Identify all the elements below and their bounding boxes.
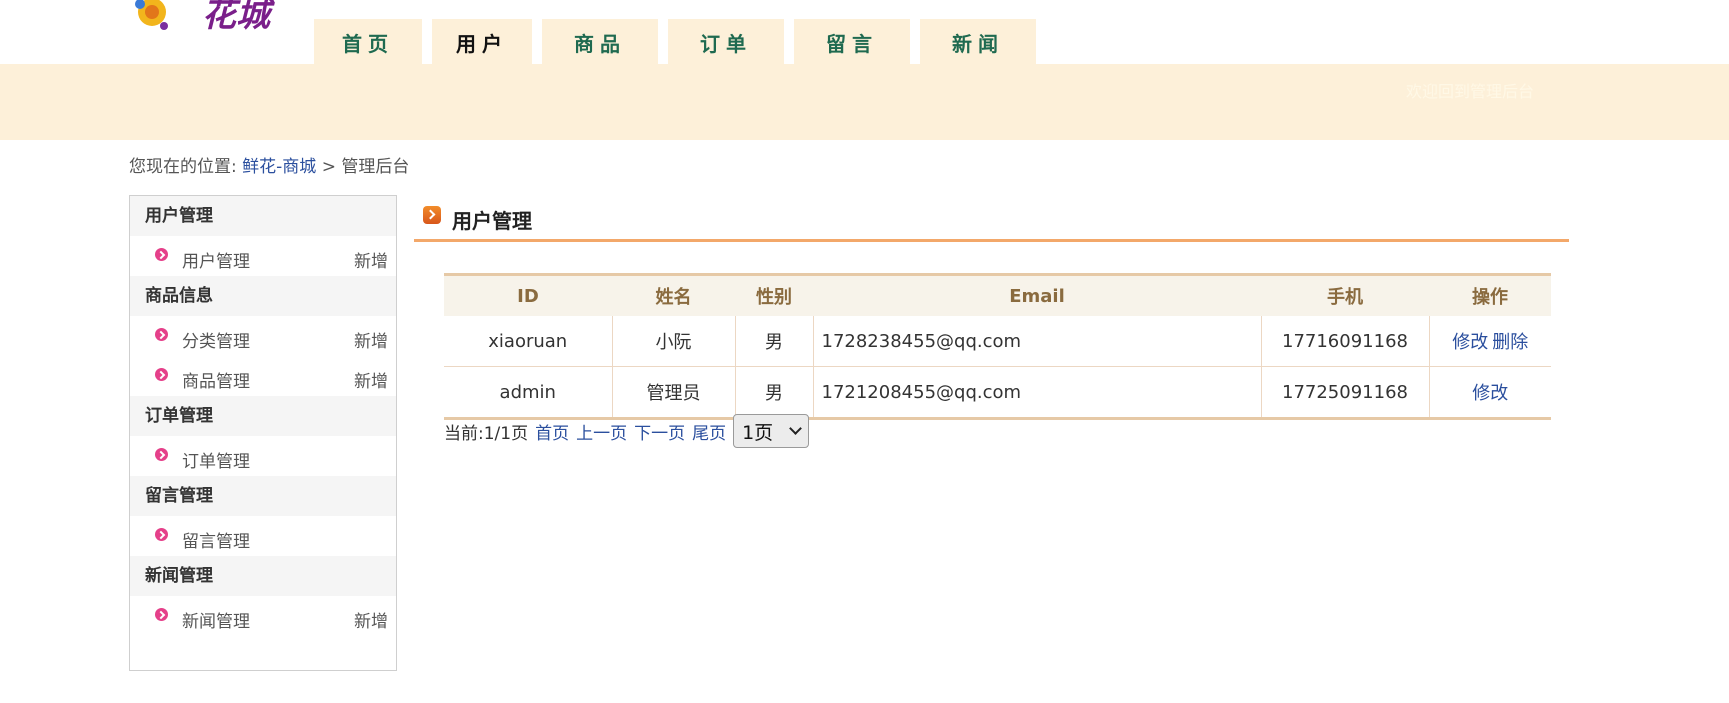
table-body: xiaoruan 小阮男 1728238455@qq.com 17716091168 修…	[444, 316, 1551, 420]
chevron-down-icon	[789, 422, 802, 435]
sidebar-item: 新闻管理 新增	[130, 596, 396, 636]
cell-actions: 修改	[1429, 366, 1551, 420]
table-row: xiaoruan 小阮男 1728238455@qq.com 17716091168 修…	[444, 316, 1551, 367]
cell-id: admin	[444, 366, 613, 420]
pager-status: 当前:1/1页	[444, 423, 529, 444]
user-table: ID 姓名 性别 Email 手机 操作 xiaoruan 小阮男 17282384…	[444, 273, 1551, 420]
cell-gender: 男	[735, 366, 814, 420]
breadcrumb-home-link[interactable]: 鲜花-商城	[242, 157, 316, 177]
sidebar-item-link[interactable]: 分类管理	[182, 327, 250, 352]
pager-next-link[interactable]: 下一页	[634, 419, 685, 444]
sidebar-item: 用户管理 新增	[130, 236, 396, 276]
bullet-arrow-icon	[155, 368, 168, 381]
table-row: admin 管理员男 1721208455@qq.com 17725091168 修改	[444, 366, 1551, 420]
column-header-name: 姓名	[612, 273, 735, 316]
bullet-arrow-icon	[155, 608, 168, 621]
breadcrumb-separator: >	[321, 157, 336, 177]
bullet-arrow-icon	[155, 328, 168, 341]
section-title: 用户管理	[452, 209, 532, 233]
sidebar-item-link[interactable]: 新闻管理	[182, 607, 250, 632]
nav-tab-4[interactable]: 留言	[794, 19, 910, 65]
cell-phone: 17725091168	[1261, 366, 1430, 420]
pagination: 当前:1/1页 首页 上一页 下一页 尾页 1页	[444, 414, 810, 448]
bullet-arrow-icon	[155, 248, 168, 261]
page-select[interactable]: 1页	[733, 414, 810, 448]
sidebar-group-title: 新闻管理	[130, 556, 396, 596]
sidebar-item: 商品管理 新增	[130, 356, 396, 396]
cell-gender: 男	[735, 316, 814, 367]
sidebar-group-title: 订单管理	[130, 396, 396, 436]
nav-tab-5[interactable]: 新闻	[920, 19, 1036, 65]
sidebar-add-link[interactable]: 新增	[354, 327, 388, 352]
column-header-gender: 性别	[735, 273, 813, 316]
sidebar-item: 订单管理	[130, 436, 396, 476]
column-header-phone: 手机	[1261, 273, 1429, 316]
nav-tab-1[interactable]: 用户	[432, 19, 532, 65]
nav-tab-3[interactable]: 订单	[668, 19, 784, 65]
sidebar-item-link[interactable]: 留言管理	[182, 527, 250, 552]
table-header-row: ID 姓名 性别 Email 手机 操作	[444, 273, 1551, 316]
pager-prev-link[interactable]: 上一页	[576, 419, 627, 444]
site-logo: 花城	[130, 0, 310, 38]
sidebar-group-title: 用户管理	[130, 196, 396, 236]
sidebar-item: 留言管理	[130, 516, 396, 556]
header-banner	[0, 64, 1729, 140]
cell-name: 管理员	[612, 366, 736, 420]
sidebar-group-title: 商品信息	[130, 276, 396, 316]
sidebar-item-link[interactable]: 商品管理	[182, 367, 250, 392]
delete-link[interactable]: 删除	[1492, 332, 1528, 353]
sidebar-add-link[interactable]: 新增	[354, 247, 388, 272]
bullet-arrow-icon	[155, 528, 168, 541]
cell-email: 1728238455@qq.com	[813, 316, 1262, 367]
nav-tab-0[interactable]: 首页	[314, 19, 422, 65]
edit-link[interactable]: 修改	[1452, 332, 1488, 353]
sidebar-item: 分类管理 新增	[130, 316, 396, 356]
breadcrumb: 您现在的位置: 鲜花-商城 > 管理后台	[129, 152, 409, 177]
sidebar: 用户管理 用户管理 新增 商品信息 分类管理 新增 商品管理 新增 订单管理 订单管理 留言管理 留言…	[129, 195, 397, 671]
welcome-text: 欢迎回到管理后台	[1406, 82, 1535, 101]
sidebar-add-link[interactable]: 新增	[354, 367, 388, 392]
pager-first-link[interactable]: 首页	[535, 419, 569, 444]
cell-phone: 17716091168	[1261, 316, 1430, 367]
logo-graphic: 花城	[135, 0, 275, 35]
breadcrumb-prefix: 您现在的位置:	[129, 157, 237, 177]
sidebar-group: 用户管理 用户管理 新增	[130, 196, 396, 276]
section-arrow-icon	[423, 206, 441, 224]
pager-last-link[interactable]: 尾页	[692, 419, 726, 444]
column-header-actions: 操作	[1429, 273, 1551, 316]
cell-id: xiaoruan	[444, 316, 613, 367]
nav-tab-2[interactable]: 商品	[542, 19, 658, 65]
column-header-id: ID	[444, 273, 612, 316]
column-header-email: Email	[813, 273, 1261, 316]
sidebar-group: 商品信息 分类管理 新增 商品管理 新增	[130, 276, 396, 396]
sidebar-item-link[interactable]: 用户管理	[182, 247, 250, 272]
cell-name: 小阮	[612, 316, 736, 367]
page-select-value: 1页	[742, 421, 774, 444]
edit-link[interactable]: 修改	[1472, 383, 1508, 404]
sidebar-add-link[interactable]: 新增	[354, 607, 388, 632]
sidebar-group-title: 留言管理	[130, 476, 396, 516]
sidebar-group: 留言管理 留言管理	[130, 476, 396, 556]
sidebar-group: 订单管理 订单管理	[130, 396, 396, 476]
breadcrumb-current: 管理后台	[341, 157, 410, 177]
cell-actions: 修改 删除	[1429, 316, 1551, 367]
section-divider	[414, 239, 1569, 242]
cell-email: 1721208455@qq.com	[813, 366, 1262, 420]
sidebar-item-link[interactable]: 订单管理	[182, 447, 250, 472]
main-nav: 首页 用户 商品 订单 留言 新闻	[314, 19, 1046, 65]
sidebar-group: 新闻管理 新闻管理 新增	[130, 556, 396, 636]
logo-text: 花城	[202, 0, 275, 35]
bullet-arrow-icon	[155, 448, 168, 461]
